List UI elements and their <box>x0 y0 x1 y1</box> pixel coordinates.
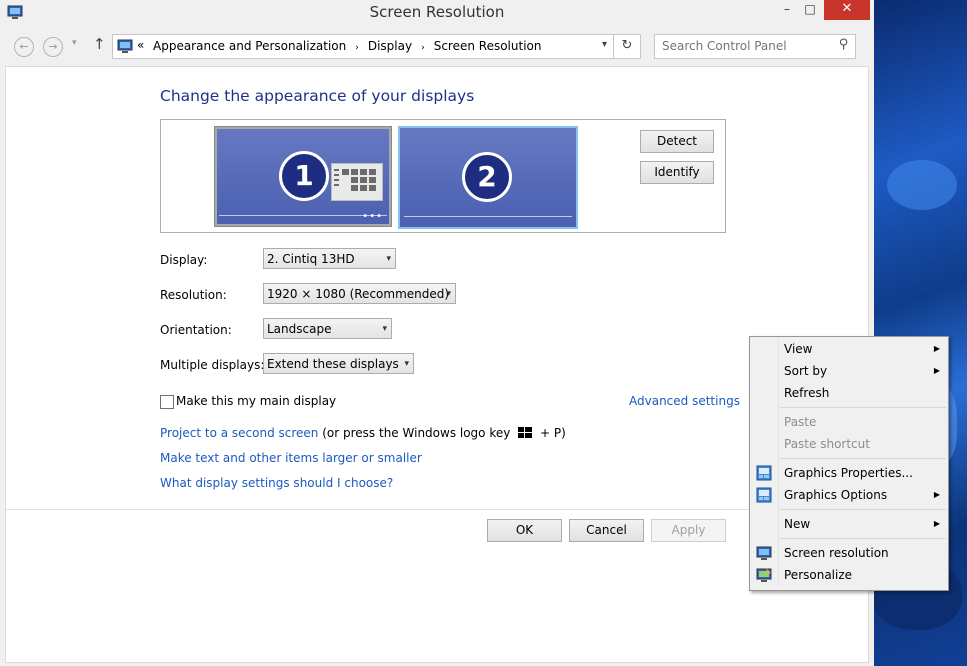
chevron-down-icon: ▾ <box>382 324 387 334</box>
breadcrumb-item[interactable]: Appearance and Personalization <box>153 39 346 53</box>
desktop-context-menu: View ▶ Sort by ▶ Refresh Paste Paste sho… <box>749 336 949 591</box>
address-bar[interactable]: « Appearance and Personalization › Display… <box>112 34 641 59</box>
menu-item-graphics-options[interactable]: Graphics Options <box>784 485 887 505</box>
menu-item-view[interactable]: View <box>784 339 812 359</box>
start-screen-icon <box>331 163 383 201</box>
submenu-arrow-icon: ▶ <box>933 366 940 375</box>
display-select[interactable]: 2. Cintiq 13HD ▾ <box>263 248 396 269</box>
recent-locations-button[interactable]: ▾ <box>72 38 77 48</box>
overflow-chevron[interactable]: « <box>137 38 144 52</box>
screen-resolution-window: Screen Resolution – □ ✕ ← → ▾ ↑ « Appear… <box>0 0 874 666</box>
submenu-arrow-icon: ▶ <box>933 519 940 528</box>
text-size-link[interactable]: Make text and other items larger or smal… <box>160 451 422 465</box>
main-display-label[interactable]: Make this my main display <box>176 394 336 408</box>
main-display-checkbox[interactable] <box>160 395 174 409</box>
more-dots-icon: ••• <box>362 211 383 222</box>
detect-button[interactable]: Detect <box>640 130 714 153</box>
chevron-down-icon: ▾ <box>386 254 391 264</box>
menu-separator <box>780 538 946 539</box>
display-icon <box>756 546 772 560</box>
personalize-icon <box>756 568 772 582</box>
graphics-icon <box>756 487 772 503</box>
menu-item-personalize[interactable]: Personalize <box>784 565 852 585</box>
chevron-down-icon: ▾ <box>446 289 451 299</box>
address-row: ← → ▾ ↑ « Appearance and Personalization… <box>0 30 874 60</box>
menu-item-new[interactable]: New <box>784 514 810 534</box>
submenu-arrow-icon: ▶ <box>933 490 940 499</box>
advanced-settings-link[interactable]: Advanced settings <box>629 394 740 408</box>
breadcrumb: Appearance and Personalization › Display › S… <box>153 39 541 53</box>
monitor-2[interactable]: 2 <box>398 126 578 229</box>
resolution-label: Resolution: <box>160 288 227 302</box>
help-link[interactable]: What display settings should I choose? <box>160 476 393 490</box>
display-label: Display: <box>160 253 208 267</box>
refresh-button[interactable]: ↻ <box>613 35 640 58</box>
divider <box>6 509 868 510</box>
taskbar-indicator <box>404 216 572 223</box>
display-select-value: 2. Cintiq 13HD <box>267 252 355 266</box>
menu-item-paste-shortcut[interactable]: Paste shortcut <box>784 434 870 454</box>
menu-separator <box>780 407 946 408</box>
graphics-icon <box>756 465 772 481</box>
windows-logo-icon <box>518 427 533 438</box>
project-hint-suffix: + P) <box>540 426 566 440</box>
identify-button[interactable]: Identify <box>640 161 714 184</box>
multiple-displays-select[interactable]: Extend these displays ▾ <box>263 353 414 374</box>
menu-item-paste[interactable]: Paste <box>784 412 816 432</box>
orientation-label: Orientation: <box>160 323 232 337</box>
search-box[interactable]: ⚲ <box>654 34 856 59</box>
submenu-arrow-icon: ▶ <box>933 344 940 353</box>
up-button[interactable]: ↑ <box>93 35 106 53</box>
project-hint-text: (or press the Windows logo key <box>322 426 511 440</box>
menu-separator <box>780 509 946 510</box>
breadcrumb-separator[interactable]: › <box>355 43 359 53</box>
search-icon[interactable]: ⚲ <box>839 37 849 52</box>
monitor-number: 2 <box>462 152 512 202</box>
monitor-arrangement: 1 ••• 2 Detect Identify <box>160 119 726 233</box>
cancel-button[interactable]: Cancel <box>569 519 644 542</box>
search-input[interactable] <box>660 38 829 54</box>
close-button[interactable]: ✕ <box>824 0 870 20</box>
monitor-number: 1 <box>279 151 329 201</box>
breadcrumb-separator[interactable]: › <box>421 43 425 53</box>
address-dropdown-button[interactable]: ▾ <box>602 39 607 50</box>
control-panel-icon <box>117 39 133 53</box>
back-button[interactable]: ← <box>14 37 34 57</box>
chevron-down-icon: ▾ <box>404 359 409 369</box>
apply-button[interactable]: Apply <box>651 519 726 542</box>
content-pane: Change the appearance of your displays 1… <box>5 66 869 663</box>
forward-button[interactable]: → <box>43 37 63 57</box>
breadcrumb-item[interactable]: Screen Resolution <box>434 39 542 53</box>
multiple-displays-select-value: Extend these displays <box>267 357 399 371</box>
maximize-button[interactable]: □ <box>796 0 824 20</box>
project-line: Project to a second screen (or press the… <box>160 426 566 440</box>
orientation-select-value: Landscape <box>267 322 332 336</box>
menu-gutter <box>778 340 779 587</box>
orientation-select[interactable]: Landscape ▾ <box>263 318 392 339</box>
resolution-select-value: 1920 × 1080 (Recommended) <box>267 287 450 301</box>
resolution-select[interactable]: 1920 × 1080 (Recommended) ▾ <box>263 283 456 304</box>
menu-item-refresh[interactable]: Refresh <box>784 383 829 403</box>
menu-item-screen-resolution[interactable]: Screen resolution <box>784 543 889 563</box>
window-title: Screen Resolution <box>369 3 505 21</box>
page-heading: Change the appearance of your displays <box>160 87 475 105</box>
menu-separator <box>780 458 946 459</box>
ok-button[interactable]: OK <box>487 519 562 542</box>
breadcrumb-item[interactable]: Display <box>368 39 412 53</box>
project-second-screen-link[interactable]: Project to a second screen <box>160 426 318 440</box>
menu-item-graphics-properties[interactable]: Graphics Properties... <box>784 463 913 483</box>
menu-item-sort-by[interactable]: Sort by <box>784 361 827 381</box>
title-bar: Screen Resolution – □ ✕ <box>0 0 874 26</box>
multiple-displays-label: Multiple displays: <box>160 358 265 372</box>
monitor-1[interactable]: 1 ••• <box>214 126 392 227</box>
